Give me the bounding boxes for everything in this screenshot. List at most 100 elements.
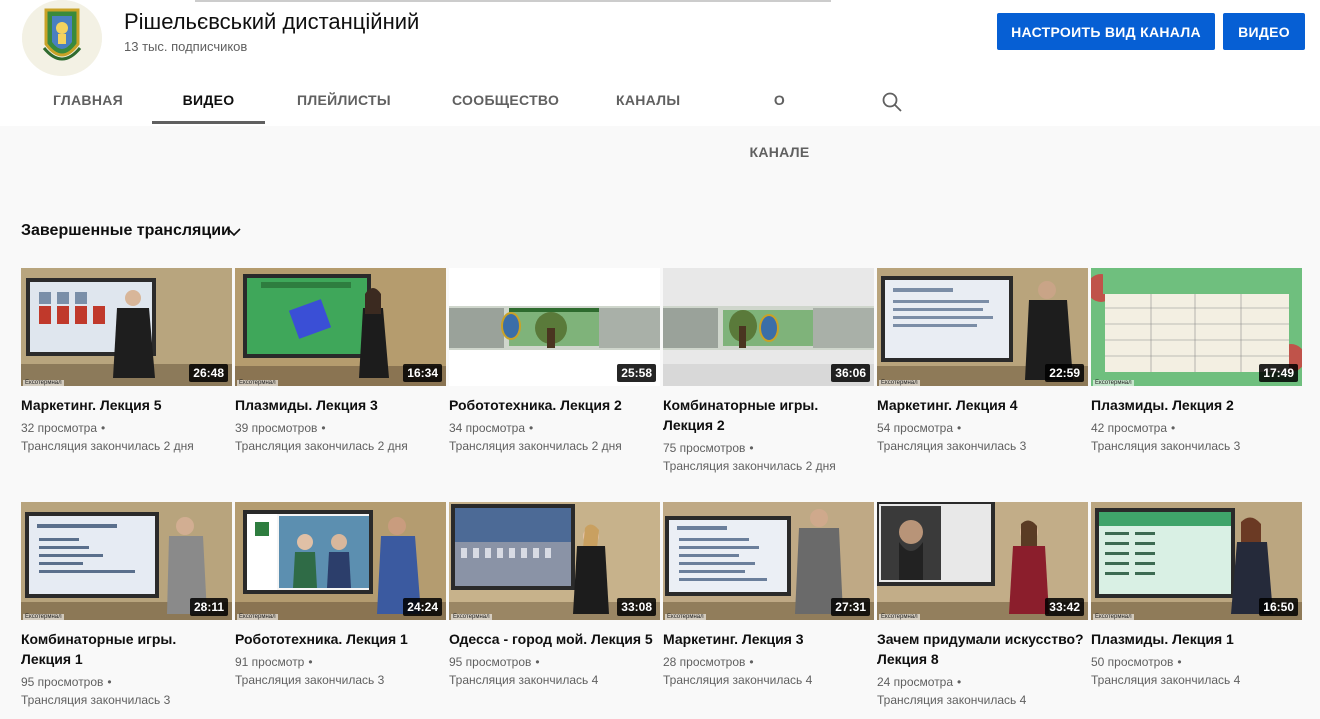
video-thumbnail[interactable]: Ексотермнал 33:08 (449, 502, 660, 620)
meta-separator: • (529, 421, 534, 435)
video-thumbnail[interactable]: Ексотермнал 17:49 (1091, 268, 1302, 386)
tab-home[interactable]: ГЛАВНАЯ (53, 74, 123, 124)
watermark: Ексотермнал (665, 614, 706, 620)
stream-status: Трансляция закончилась 2 дня (235, 439, 408, 453)
tab-channels[interactable]: КАНАЛЫ (616, 74, 680, 124)
stream-status: Трансляция закончилась 2 дня (663, 459, 836, 473)
video-title[interactable]: Одесса - город мой. Лекция 5 (449, 629, 660, 649)
video-meta: 32 просмотра • Трансляция закончилась 2 д… (21, 419, 232, 455)
meta-separator: • (749, 441, 754, 455)
video-meta: 95 просмотров • Трансляция закончилась 4 (449, 653, 660, 689)
video-card[interactable]: Ексотермнал 22:59 Маркетинг. Лекция 4 54… (877, 268, 1088, 455)
tab-community[interactable]: СООБЩЕСТВО (452, 74, 559, 124)
video-thumbnail[interactable]: Ексотермнал 16:34 (235, 268, 446, 386)
video-card[interactable]: 36:06 Комбинаторные игры. Лекция 2 75 пр… (663, 268, 874, 475)
watermark: Ексотермнал (237, 380, 278, 386)
chevron-down-icon[interactable] (226, 224, 242, 240)
video-card[interactable]: 25:58 Робототехника. Лекция 2 34 просмот… (449, 268, 660, 455)
video-title[interactable]: Маркетинг. Лекция 3 (663, 629, 874, 649)
stream-status: Трансляция закончилась 4 (1091, 673, 1241, 687)
watermark: Ексотермнал (1093, 614, 1134, 620)
video-card[interactable]: Ексотермнал 33:42 Зачем придумали искусс… (877, 502, 1088, 709)
video-card[interactable]: Ексотермнал 33:08 Одесса - город мой. Ле… (449, 502, 660, 689)
stream-status: Трансляция закончилась 4 (877, 693, 1027, 707)
video-thumbnail[interactable]: Ексотермнал 33:42 (877, 502, 1088, 620)
watermark: Ексотермнал (1093, 380, 1134, 386)
video-meta: 28 просмотров • Трансляция закончилась 4 (663, 653, 874, 689)
watermark: Ексотермнал (451, 614, 492, 620)
video-meta: 34 просмотра • Трансляция закончилась 2 д… (449, 419, 660, 455)
view-count: 91 просмотр (235, 655, 305, 669)
video-card[interactable]: Ексотермнал 27:31 Маркетинг. Лекция 3 28… (663, 502, 874, 689)
channel-name: Рішельєвський дистанційний (124, 9, 420, 34)
video-meta: 75 просмотров • Трансляция закончилась 2 … (663, 439, 874, 475)
stream-status: Трансляция закончилась 3 (877, 439, 1027, 453)
search-icon[interactable] (880, 90, 904, 114)
video-title[interactable]: Плазмиды. Лекция 1 (1091, 629, 1302, 649)
stream-status: Трансляция закончилась 4 (449, 673, 599, 687)
view-count: 95 просмотров (21, 675, 104, 689)
video-thumbnail[interactable]: Ексотермнал 24:24 (235, 502, 446, 620)
view-count: 34 просмотра (449, 421, 526, 435)
video-duration: 28:11 (189, 598, 228, 616)
meta-separator: • (321, 421, 326, 435)
tab-playlists[interactable]: ПЛЕЙЛИСТЫ (297, 74, 391, 124)
video-meta: 54 просмотра • Трансляция закончилась 3 (877, 419, 1088, 455)
video-meta: 50 просмотров • Трансляция закончилась 4 (1091, 653, 1302, 689)
video-title[interactable]: Плазмиды. Лекция 2 (1091, 395, 1302, 415)
video-meta: 24 просмотра • Трансляция закончилась 4 (877, 673, 1088, 709)
video-duration: 33:42 (1045, 598, 1084, 616)
video-thumbnail[interactable]: Ексотермнал 26:48 (21, 268, 232, 386)
video-thumbnail[interactable]: Ексотермнал 28:11 (21, 502, 232, 620)
video-title[interactable]: Робототехника. Лекция 1 (235, 629, 446, 649)
manage-videos-button[interactable]: ВИДЕО (1223, 13, 1305, 50)
video-title[interactable]: Робототехника. Лекция 2 (449, 395, 660, 415)
video-duration: 16:34 (403, 364, 442, 382)
meta-separator: • (1171, 421, 1176, 435)
video-title[interactable]: Плазмиды. Лекция 3 (235, 395, 446, 415)
subscriber-count: 13 тыс. подписчиков (124, 39, 248, 54)
tab-videos[interactable]: ВИДЕО (152, 74, 265, 124)
tab-about[interactable]: О КАНАЛЕ (743, 74, 816, 160)
meta-separator: • (749, 655, 754, 669)
meta-separator: • (107, 675, 112, 689)
video-thumbnail[interactable]: Ексотермнал 16:50 (1091, 502, 1302, 620)
video-card[interactable]: Ексотермнал 26:48 Маркетинг. Лекция 5 32… (21, 268, 232, 455)
video-title[interactable]: Маркетинг. Лекция 4 (877, 395, 1088, 415)
video-title[interactable]: Зачем придумали искусство? Лекция 8 (877, 629, 1088, 669)
channel-avatar[interactable] (22, 0, 102, 76)
video-meta: 95 просмотров • Трансляция закончилась 3 (21, 673, 232, 709)
video-card[interactable]: Ексотермнал 28:11 Комбинаторные игры. Ле… (21, 502, 232, 709)
meta-separator: • (535, 655, 540, 669)
section-title-completed-streams[interactable]: Завершенные трансляции (21, 222, 231, 240)
video-duration: 26:48 (189, 364, 228, 382)
video-duration: 16:50 (1259, 598, 1298, 616)
video-title[interactable]: Маркетинг. Лекция 5 (21, 395, 232, 415)
stream-status: Трансляция закончилась 3 (235, 673, 385, 687)
video-card[interactable]: Ексотермнал 16:50 Плазмиды. Лекция 1 50 … (1091, 502, 1302, 689)
view-count: 50 просмотров (1091, 655, 1174, 669)
video-thumbnail[interactable]: Ексотермнал 22:59 (877, 268, 1088, 386)
view-count: 95 просмотров (449, 655, 532, 669)
masthead-edge (195, 0, 831, 2)
watermark: Ексотермнал (879, 380, 920, 386)
channel-tabs: ГЛАВНАЯ ВИДЕО ПЛЕЙЛИСТЫ СООБЩЕСТВО КАНАЛ… (0, 74, 1320, 160)
video-thumbnail[interactable]: Ексотермнал 27:31 (663, 502, 874, 620)
video-thumbnail[interactable]: 25:58 (449, 268, 660, 386)
video-card[interactable]: Ексотермнал 24:24 Робототехника. Лекция … (235, 502, 446, 689)
video-meta: 39 просмотров • Трансляция закончилась 2 … (235, 419, 446, 455)
video-card[interactable]: Ексотермнал 16:34 Плазмиды. Лекция 3 39 … (235, 268, 446, 455)
view-count: 24 просмотра (877, 675, 954, 689)
stream-status: Трансляция закончилась 3 (1091, 439, 1241, 453)
video-thumbnail[interactable]: 36:06 (663, 268, 874, 386)
view-count: 28 просмотров (663, 655, 746, 669)
video-card[interactable]: Ексотермнал 17:49 Плазмиды. Лекция 2 42 … (1091, 268, 1302, 455)
customize-channel-button[interactable]: НАСТРОИТЬ ВИД КАНАЛА (997, 13, 1215, 50)
stream-status: Трансляция закончилась 4 (663, 673, 813, 687)
video-duration: 36:06 (831, 364, 870, 382)
video-title[interactable]: Комбинаторные игры. Лекция 2 (663, 395, 874, 435)
meta-separator: • (101, 421, 106, 435)
video-title[interactable]: Комбинаторные игры. Лекция 1 (21, 629, 232, 669)
watermark: Ексотермнал (23, 380, 64, 386)
meta-separator: • (957, 421, 962, 435)
